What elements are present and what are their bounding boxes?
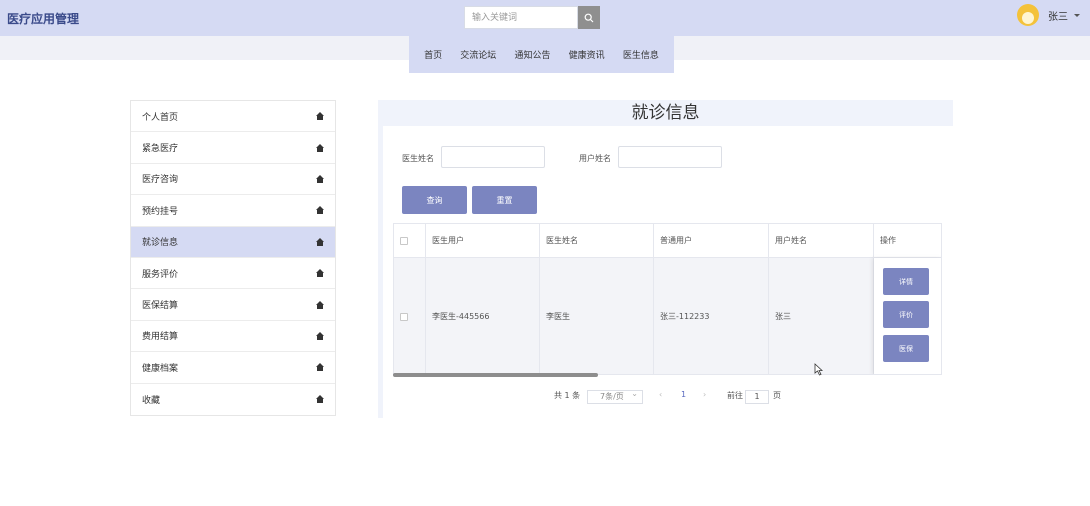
cell-user-name: 张三	[769, 258, 874, 374]
page-number-current[interactable]: 1	[681, 390, 686, 399]
search-input[interactable]	[464, 6, 578, 29]
reset-button[interactable]: 重置	[472, 186, 537, 214]
nav-notices[interactable]: 通知公告	[514, 48, 550, 61]
visit-table: 医生用户 医生姓名 普通用户 用户姓名 操作 李医生-445566 李医生 张三…	[393, 223, 942, 375]
home-icon	[316, 206, 324, 215]
page-size-select[interactable]: 7条/页	[587, 388, 643, 404]
sidebar-item-label: 收藏	[142, 395, 161, 406]
sidebar-item-insurance[interactable]: 医保结算	[131, 289, 335, 321]
home-icon	[316, 300, 324, 309]
search-button[interactable]	[578, 6, 600, 29]
sidebar-item-visit-info[interactable]: 就诊信息	[131, 226, 335, 258]
nav-health-news[interactable]: 健康资讯	[569, 48, 605, 61]
home-icon	[316, 395, 324, 404]
app-header: 医疗应用管理 张三	[0, 0, 1090, 36]
header-user: 普通用户	[654, 224, 769, 257]
nav-forum[interactable]: 交流论坛	[460, 48, 496, 61]
header-user-name: 用户姓名	[769, 224, 874, 257]
sidebar-item-label: 服务评价	[142, 269, 179, 280]
search-bar	[464, 6, 600, 29]
mouse-cursor-icon	[814, 363, 824, 376]
avatar[interactable]	[1017, 4, 1039, 26]
user-name[interactable]: 张三	[1048, 8, 1068, 23]
header-select-cell	[394, 224, 426, 257]
detail-button[interactable]: 详情	[883, 268, 929, 295]
table-horizontal-scrollbar[interactable]	[393, 373, 598, 377]
row-select-cell	[394, 258, 426, 374]
home-icon	[316, 143, 324, 152]
cell-user: 张三-112233	[654, 258, 769, 374]
sidebar-item-label: 紧急医疗	[142, 144, 179, 155]
prev-page-icon[interactable]: ‹	[659, 390, 662, 399]
header-actions: 操作	[880, 236, 896, 245]
header-doctor-user: 医生用户	[426, 224, 540, 257]
sidebar-item-label: 个人首页	[142, 112, 179, 123]
cell-doctor-name: 李医生	[540, 258, 654, 374]
insurance-button[interactable]: 医保	[883, 335, 929, 362]
doctor-name-input[interactable]	[441, 146, 545, 168]
user-menu[interactable]: 张三	[1017, 4, 1080, 26]
table-header: 医生用户 医生姓名 普通用户 用户姓名 操作	[394, 224, 941, 258]
sidebar-item-label: 就诊信息	[142, 238, 179, 249]
nav-home[interactable]: 首页	[424, 48, 442, 61]
actions-cell: 详情 评价 医保	[874, 258, 941, 374]
user-name-label: 用户姓名	[579, 154, 611, 163]
page-suffix-label: 页	[773, 391, 781, 400]
sidebar-item-label: 费用结算	[142, 332, 179, 343]
main-panel: 就诊信息 医生姓名 用户姓名 查询 重置 医生用户 医生姓名 普通用户 用户姓名…	[378, 100, 953, 418]
sidebar-item-review[interactable]: 服务评价	[131, 258, 335, 290]
search-icon	[584, 13, 594, 22]
sidebar-item-emergency[interactable]: 紧急医疗	[131, 132, 335, 164]
pagination: 共 1 条 7条/页 ‹ 1 › 前往 1 页	[378, 388, 953, 404]
row-checkbox[interactable]	[400, 312, 408, 321]
cell-doctor-user: 李医生-445566	[426, 258, 540, 374]
page-title: 就诊信息	[378, 100, 953, 126]
sidebar-item-appointment[interactable]: 预约挂号	[131, 195, 335, 227]
app-title: 医疗应用管理	[7, 12, 80, 26]
header-doctor-name: 医生姓名	[540, 224, 654, 257]
top-navigation: 首页 交流论坛 通知公告 健康资讯 医生信息	[409, 36, 674, 73]
review-button[interactable]: 评价	[883, 301, 929, 328]
sidebar-item-label: 医疗咨询	[142, 175, 179, 186]
sidebar-item-profile[interactable]: 个人首页	[131, 101, 335, 133]
query-button[interactable]: 查询	[402, 186, 467, 214]
sidebar-item-label: 医保结算	[142, 301, 179, 312]
total-count: 共 1 条	[554, 391, 581, 400]
chevron-down-icon[interactable]	[1074, 13, 1080, 17]
sidebar-item-label: 预约挂号	[142, 206, 179, 217]
sidebar-item-health-record[interactable]: 健康档案	[131, 352, 335, 384]
sidebar-item-consult[interactable]: 医疗咨询	[131, 164, 335, 196]
home-icon	[316, 363, 324, 372]
sidebar: 个人首页 紧急医疗 医疗咨询 预约挂号 就诊信息 服务评价 医保结算 费用结算 …	[130, 100, 336, 416]
home-icon	[316, 112, 324, 121]
sidebar-item-label: 健康档案	[142, 363, 179, 374]
sidebar-item-billing[interactable]: 费用结算	[131, 321, 335, 353]
next-page-icon[interactable]: ›	[703, 390, 706, 399]
home-icon	[316, 331, 324, 340]
user-name-input[interactable]	[618, 146, 722, 168]
home-icon	[316, 174, 324, 183]
table-row: 李医生-445566 李医生 张三-112233 张三 详情 评价 医保	[394, 258, 941, 374]
sidebar-item-favorites[interactable]: 收藏	[131, 384, 335, 415]
goto-page-input[interactable]: 1	[745, 390, 769, 404]
select-all-checkbox[interactable]	[400, 236, 408, 245]
goto-label: 前往	[727, 391, 743, 400]
home-icon	[316, 269, 324, 278]
home-icon	[316, 237, 324, 246]
doctor-name-label: 医生姓名	[402, 154, 434, 163]
nav-doctor-info[interactable]: 医生信息	[623, 48, 659, 61]
